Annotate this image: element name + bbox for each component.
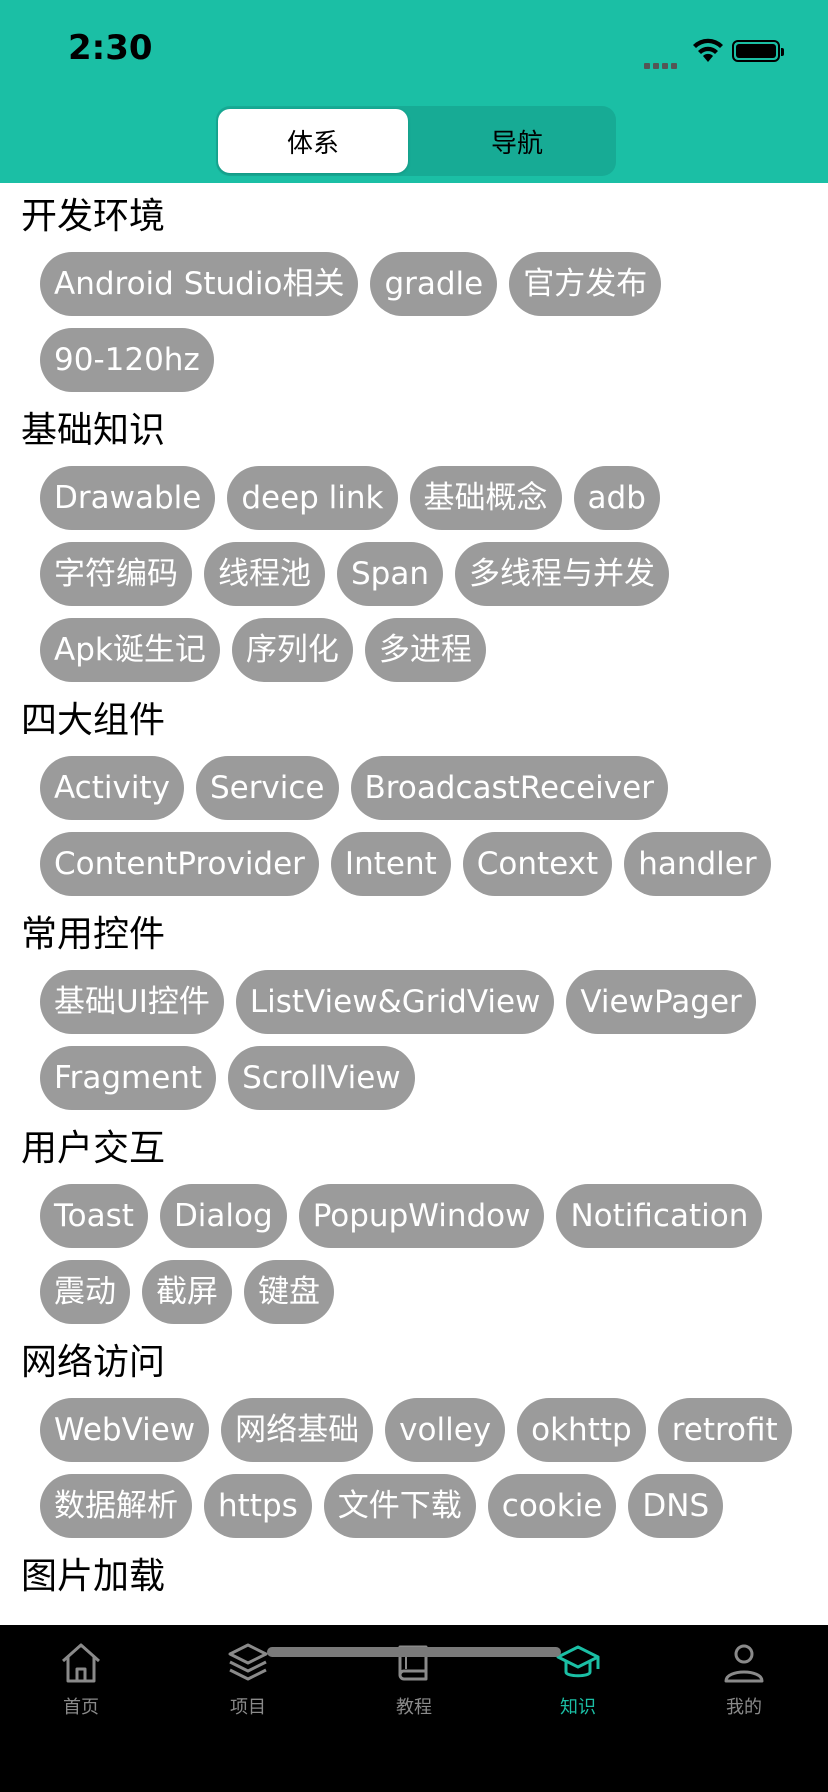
category-title: 常用控件: [21, 914, 166, 955]
tab-mine[interactable]: 我的: [689, 1639, 799, 1729]
topic-tag[interactable]: Span: [337, 542, 443, 606]
category-section: 四大组件 Activity Service BroadcastReceiver Cont…: [0, 693, 828, 901]
knowledge-list[interactable]: 开发环境 Android Studio相关 gradle 官方发布 90-120hz 基础…: [0, 183, 828, 1625]
topic-tag[interactable]: WebView: [40, 1398, 210, 1462]
category-title: 用户交互: [21, 1128, 166, 1169]
topic-tag[interactable]: Dialog: [159, 1184, 287, 1248]
signal-icon: [644, 54, 680, 73]
topic-tag[interactable]: 文件下载: [323, 1474, 476, 1538]
topic-tag[interactable]: Apk诞生记: [40, 618, 220, 682]
topic-tag[interactable]: Fragment: [40, 1046, 217, 1110]
topic-tag[interactable]: Context: [462, 832, 613, 896]
tag-list: Activity Service BroadcastReceiver ContentP…: [21, 749, 828, 901]
tag-list: WebView 网络基础 volley okhttp retrofit 数据解析 https…: [21, 1391, 828, 1543]
topic-tag[interactable]: 键盘: [244, 1260, 334, 1324]
tab-label: 教程: [396, 1697, 432, 1718]
topic-tag[interactable]: gradle: [370, 252, 498, 316]
segment-tixi[interactable]: 体系: [218, 109, 408, 173]
tag-list: Android Studio相关 gradle 官方发布 90-120hz: [21, 245, 828, 397]
topic-tag[interactable]: 官方发布: [509, 252, 662, 316]
topic-tag[interactable]: Notification: [556, 1184, 763, 1248]
category-section: 网络访问 WebView 网络基础 volley okhttp retrofit 数据解析 h…: [0, 1335, 828, 1543]
topic-tag[interactable]: 90-120hz: [40, 328, 214, 392]
topic-tag[interactable]: DNS: [628, 1474, 724, 1538]
category-title: 图片加载: [21, 1556, 166, 1597]
battery-icon: [732, 40, 784, 62]
segmented-control: 体系 导航: [216, 106, 616, 176]
status-time: 2:30: [68, 28, 153, 68]
home-icon: [62, 1643, 100, 1683]
topic-tag[interactable]: 基础UI控件: [40, 970, 224, 1034]
tab-label: 首页: [63, 1697, 99, 1718]
category-title: 四大组件: [21, 700, 166, 741]
category-title: 开发环境: [21, 196, 166, 237]
category-section: 图片加载: [0, 1549, 828, 1605]
topic-tag[interactable]: ContentProvider: [40, 832, 319, 896]
graduation-cap-icon: [556, 1645, 600, 1678]
topic-tag[interactable]: 序列化: [231, 618, 353, 682]
topic-tag[interactable]: 震动: [40, 1260, 130, 1324]
status-icons: [644, 36, 794, 69]
topic-tag[interactable]: handler: [624, 832, 771, 896]
wifi-icon: [693, 38, 723, 62]
segment-daohang[interactable]: 导航: [422, 109, 612, 173]
tab-label: 我的: [726, 1697, 762, 1718]
topic-tag[interactable]: PopupWindow: [298, 1184, 545, 1248]
topic-tag[interactable]: Android Studio相关: [40, 252, 359, 316]
topic-tag[interactable]: 截屏: [142, 1260, 232, 1324]
home-indicator: [267, 1647, 561, 1657]
topic-tag[interactable]: volley: [385, 1398, 506, 1462]
topic-tag[interactable]: 多线程与并发: [455, 542, 669, 606]
topic-tag[interactable]: cookie: [487, 1474, 617, 1538]
topic-tag[interactable]: Activity: [40, 756, 184, 820]
topic-tag[interactable]: Toast: [40, 1184, 148, 1248]
topic-tag[interactable]: okhttp: [517, 1398, 646, 1462]
topic-tag[interactable]: 网络基础: [221, 1398, 374, 1462]
topic-tag[interactable]: BroadcastReceiver: [350, 756, 668, 820]
topic-tag[interactable]: https: [204, 1474, 312, 1538]
topic-tag[interactable]: Drawable: [40, 466, 216, 530]
topic-tag[interactable]: 多进程: [364, 618, 486, 682]
tab-label: 知识: [560, 1697, 596, 1718]
topic-tag[interactable]: Service: [195, 756, 339, 820]
topic-tag[interactable]: 基础概念: [409, 466, 562, 530]
category-section: 开发环境 Android Studio相关 gradle 官方发布 90-120hz: [0, 189, 828, 397]
topic-tag[interactable]: 字符编码: [40, 542, 192, 606]
topic-tag[interactable]: 数据解析: [40, 1474, 192, 1538]
tab-home[interactable]: 首页: [26, 1639, 136, 1729]
category-title: 网络访问: [21, 1342, 166, 1383]
topic-tag[interactable]: deep link: [227, 466, 398, 530]
topic-tag[interactable]: retrofit: [657, 1398, 792, 1462]
tag-list: Toast Dialog PopupWindow Notification 震动 截屏 键盘: [21, 1177, 828, 1329]
topic-tag[interactable]: ScrollView: [228, 1046, 415, 1110]
topic-tag[interactable]: Intent: [330, 832, 451, 896]
topic-tag[interactable]: adb: [573, 466, 660, 530]
category-title: 基础知识: [21, 410, 166, 451]
topic-tag[interactable]: ListView&GridView: [235, 970, 555, 1034]
person-icon: [724, 1644, 764, 1683]
tab-label: 项目: [230, 1697, 266, 1718]
category-section: 基础知识 Drawable deep link 基础概念 adb 字符编码 线程池 Span 多…: [0, 403, 828, 687]
layers-icon: [228, 1643, 268, 1681]
tag-list: 基础UI控件 ListView&GridView ViewPager Fragment…: [21, 963, 828, 1115]
header: 2:30 体系 导航: [0, 0, 828, 183]
category-section: 常用控件基础UI控件 ListView&GridView ViewPager Frag…: [0, 907, 828, 1115]
tag-list: Drawable deep link 基础概念 adb 字符编码 线程池 Span 多线程与并…: [21, 459, 828, 687]
topic-tag[interactable]: 线程池: [204, 542, 325, 606]
topic-tag[interactable]: ViewPager: [566, 970, 756, 1034]
category-section: 用户交互 Toast Dialog PopupWindow Notification 震动…: [0, 1121, 828, 1329]
